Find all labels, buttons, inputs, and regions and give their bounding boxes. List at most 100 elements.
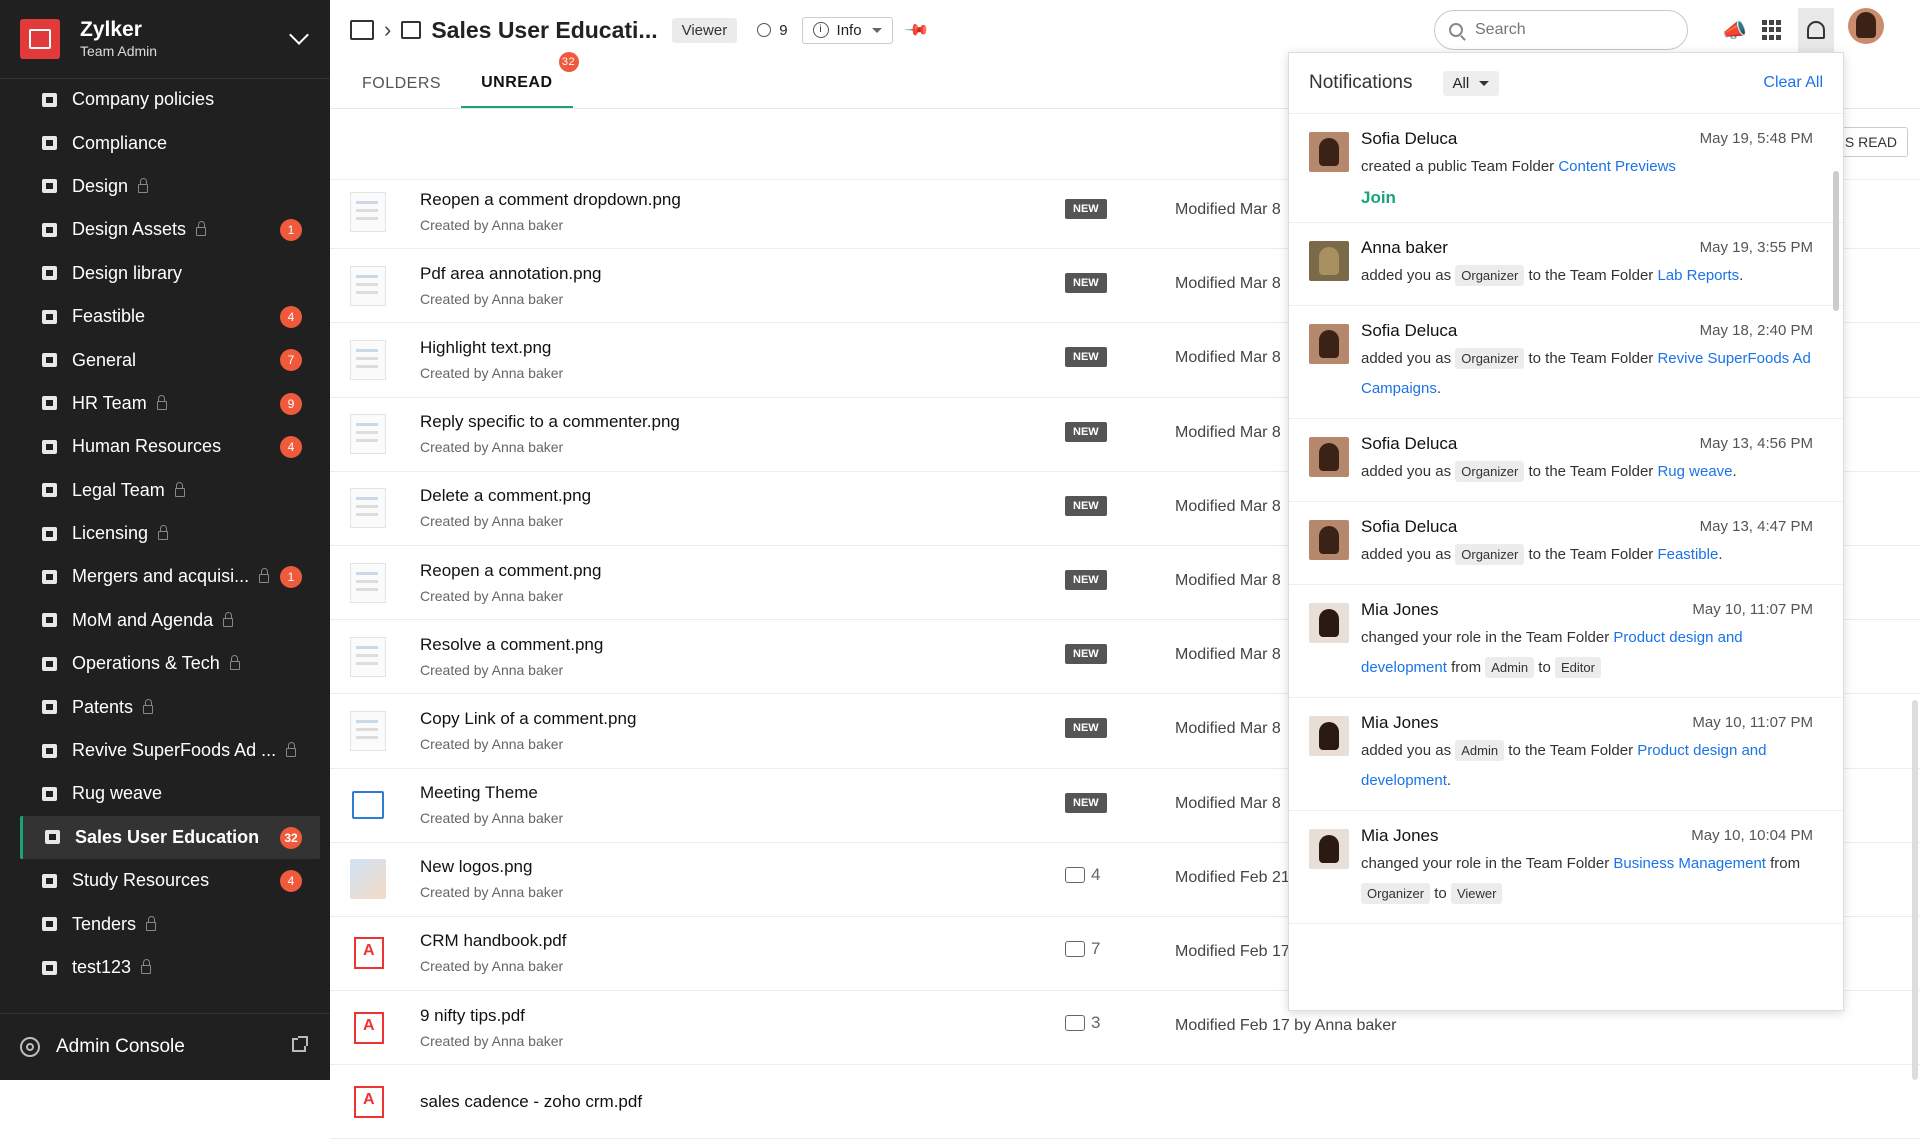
file-name[interactable]: Reopen a comment.png bbox=[420, 560, 601, 582]
file-name[interactable]: Delete a comment.png bbox=[420, 485, 591, 507]
apps-grid-icon[interactable] bbox=[1762, 20, 1782, 40]
team-folder-link[interactable]: Lab Reports bbox=[1657, 267, 1739, 284]
org-switcher[interactable]: Zylker Team Admin bbox=[0, 0, 330, 79]
unread-badge: 4 bbox=[280, 305, 302, 328]
tab-unread-label: UNREAD bbox=[481, 74, 553, 91]
sidebar-item[interactable]: Mergers and acquisi... 1 bbox=[0, 555, 330, 598]
scrollbar[interactable] bbox=[1912, 700, 1918, 1080]
admin-console-link[interactable]: Admin Console bbox=[0, 1013, 330, 1080]
notifications-button[interactable] bbox=[1798, 8, 1834, 52]
file-name[interactable]: sales cadence - zoho crm.pdf bbox=[420, 1091, 642, 1113]
sidebar-item[interactable]: Sales User Education 32 bbox=[20, 815, 320, 860]
sidebar-item[interactable]: Study Resources 4 bbox=[0, 859, 330, 902]
sidebar-item[interactable]: Company policies bbox=[0, 78, 330, 121]
notification-item[interactable]: Mia Jones May 10, 11:07 PM added you as Ad… bbox=[1289, 698, 1843, 811]
sidebar-item[interactable]: Rug weave bbox=[0, 772, 330, 815]
search-input[interactable] bbox=[1473, 20, 1657, 40]
modified-info: Modified Mar 8 bbox=[1175, 794, 1281, 812]
comment-count[interactable]: 3 bbox=[1065, 1013, 1100, 1033]
file-name[interactable]: 9 nifty tips.pdf bbox=[420, 1005, 563, 1027]
notification-text-part: from bbox=[1446, 659, 1486, 676]
search-box[interactable] bbox=[1434, 10, 1688, 50]
file-name[interactable]: New logos.png bbox=[420, 856, 563, 878]
sidebar-item[interactable]: Tenders bbox=[0, 902, 330, 945]
sidebar-item-label: Rug weave bbox=[72, 783, 163, 804]
file-creator: Created by Anna baker bbox=[420, 216, 564, 233]
comment-count[interactable]: 7 bbox=[1065, 939, 1100, 959]
notification-item[interactable]: Sofia Deluca May 13, 4:47 PM added you as … bbox=[1289, 502, 1843, 585]
file-name[interactable]: Copy Link of a comment.png bbox=[420, 708, 636, 730]
sidebar-item[interactable]: Licensing bbox=[0, 512, 330, 555]
comment-count[interactable]: 4 bbox=[1065, 865, 1100, 885]
clear-all-button[interactable]: Clear All bbox=[1763, 74, 1823, 92]
sidebar-item[interactable]: Design Assets 1 bbox=[0, 208, 330, 251]
notification-item[interactable]: Sofia Deluca May 18, 2:40 PM added you as … bbox=[1289, 306, 1843, 419]
file-info: Reopen a comment dropdown.png Created by … bbox=[420, 189, 681, 235]
file-creator: Created by Anna baker bbox=[420, 439, 564, 456]
chevron-down-icon[interactable] bbox=[289, 25, 309, 45]
file-name[interactable]: Resolve a comment.png bbox=[420, 634, 603, 656]
user-avatar[interactable] bbox=[1848, 8, 1884, 44]
sidebar-item[interactable]: Design bbox=[0, 165, 330, 208]
notification-text-part: to the Team Folder bbox=[1524, 546, 1658, 563]
file-name[interactable]: Reply specific to a commenter.png bbox=[420, 411, 680, 433]
sidebar-item[interactable]: Human Resources 4 bbox=[0, 425, 330, 468]
notification-item[interactable]: Mia Jones May 10, 11:07 PM changed your ro… bbox=[1289, 585, 1843, 698]
mark-all-read-button[interactable]: S READ bbox=[1833, 127, 1908, 157]
chevron-down-icon bbox=[1479, 80, 1490, 86]
sidebar-item[interactable]: Design library bbox=[0, 252, 330, 295]
unread-badge: 4 bbox=[280, 436, 302, 459]
file-name[interactable]: CRM handbook.pdf bbox=[420, 930, 566, 952]
notification-item[interactable]: Mia Jones May 10, 10:04 PM changed your ro… bbox=[1289, 811, 1843, 924]
external-link-icon[interactable] bbox=[292, 1036, 308, 1052]
sidebar-item[interactable]: MoM and Agenda bbox=[0, 599, 330, 642]
file-name[interactable]: Meeting Theme bbox=[420, 782, 563, 804]
sidebar-item[interactable]: HR Team 9 bbox=[0, 382, 330, 425]
team-folder-link[interactable]: Rug weave bbox=[1657, 463, 1732, 480]
announcement-icon[interactable]: 📣 bbox=[1722, 18, 1747, 43]
sidebar-item[interactable]: Compliance bbox=[0, 121, 330, 164]
pin-icon[interactable]: 📌 bbox=[902, 16, 930, 44]
tab-unread[interactable]: UNREAD 32 bbox=[461, 52, 579, 108]
team-folder-link[interactable]: Business Management bbox=[1613, 855, 1766, 872]
info-button[interactable]: i Info bbox=[801, 16, 893, 44]
team-folders-icon[interactable] bbox=[350, 20, 374, 40]
lock-icon bbox=[146, 915, 157, 931]
notification-item[interactable]: Anna baker May 19, 3:55 PM added you as Or… bbox=[1289, 223, 1843, 306]
team-folder-link[interactable]: Content Previews bbox=[1558, 158, 1676, 175]
join-button[interactable]: Join bbox=[1361, 188, 1813, 208]
file-name[interactable]: Pdf area annotation.png bbox=[420, 263, 601, 285]
sidebar-item[interactable]: Legal Team bbox=[0, 469, 330, 512]
sidebar-item[interactable]: Operations & Tech bbox=[0, 642, 330, 685]
notification-text: added you as Organizer to the Team Folde… bbox=[1361, 540, 1813, 570]
sidebar-item[interactable]: Revive SuperFoods Ad ... bbox=[0, 729, 330, 772]
tab-folders-label: FOLDERS bbox=[362, 75, 442, 92]
sidebar-item[interactable]: test123 bbox=[0, 946, 330, 989]
new-badge: NEW bbox=[1065, 199, 1107, 219]
notification-item[interactable]: Sofia Deluca May 13, 4:56 PM added you as … bbox=[1289, 419, 1843, 502]
sidebar-item[interactable]: General 7 bbox=[0, 338, 330, 381]
notification-text-part: added you as bbox=[1361, 742, 1456, 759]
sidebar-item-label: General bbox=[72, 349, 137, 370]
lock-icon bbox=[143, 698, 154, 714]
file-row[interactable]: sales cadence - zoho crm.pdf bbox=[330, 1065, 1920, 1139]
sidebar: Zylker Team Admin Company policies Compli… bbox=[0, 0, 330, 1080]
lock-icon bbox=[259, 568, 270, 584]
team-folder-link[interactable]: Feastible bbox=[1657, 546, 1718, 563]
sidebar-item[interactable]: Feastible 4 bbox=[0, 295, 330, 338]
tab-folders[interactable]: FOLDERS bbox=[342, 60, 461, 108]
notifications-scrollbar[interactable] bbox=[1833, 171, 1839, 311]
search-icon bbox=[1449, 23, 1463, 37]
pdf-file-icon bbox=[354, 937, 384, 970]
notification-item[interactable]: Sofia Deluca May 19, 5:48 PM created a pub… bbox=[1289, 114, 1843, 223]
notifications-filter[interactable]: All bbox=[1442, 70, 1500, 96]
file-name[interactable]: Reopen a comment dropdown.png bbox=[420, 189, 681, 211]
file-creator: Created by Anna baker bbox=[420, 290, 564, 307]
notification-time: May 18, 2:40 PM bbox=[1699, 322, 1813, 339]
file-name[interactable]: Highlight text.png bbox=[420, 337, 563, 359]
sidebar-item[interactable]: Patents bbox=[0, 685, 330, 728]
image-thumbnail bbox=[350, 265, 386, 306]
members-button[interactable]: 9 bbox=[757, 22, 788, 39]
lock-icon bbox=[141, 959, 152, 974]
sidebar-item-label: Mergers and acquisi... bbox=[72, 566, 250, 587]
